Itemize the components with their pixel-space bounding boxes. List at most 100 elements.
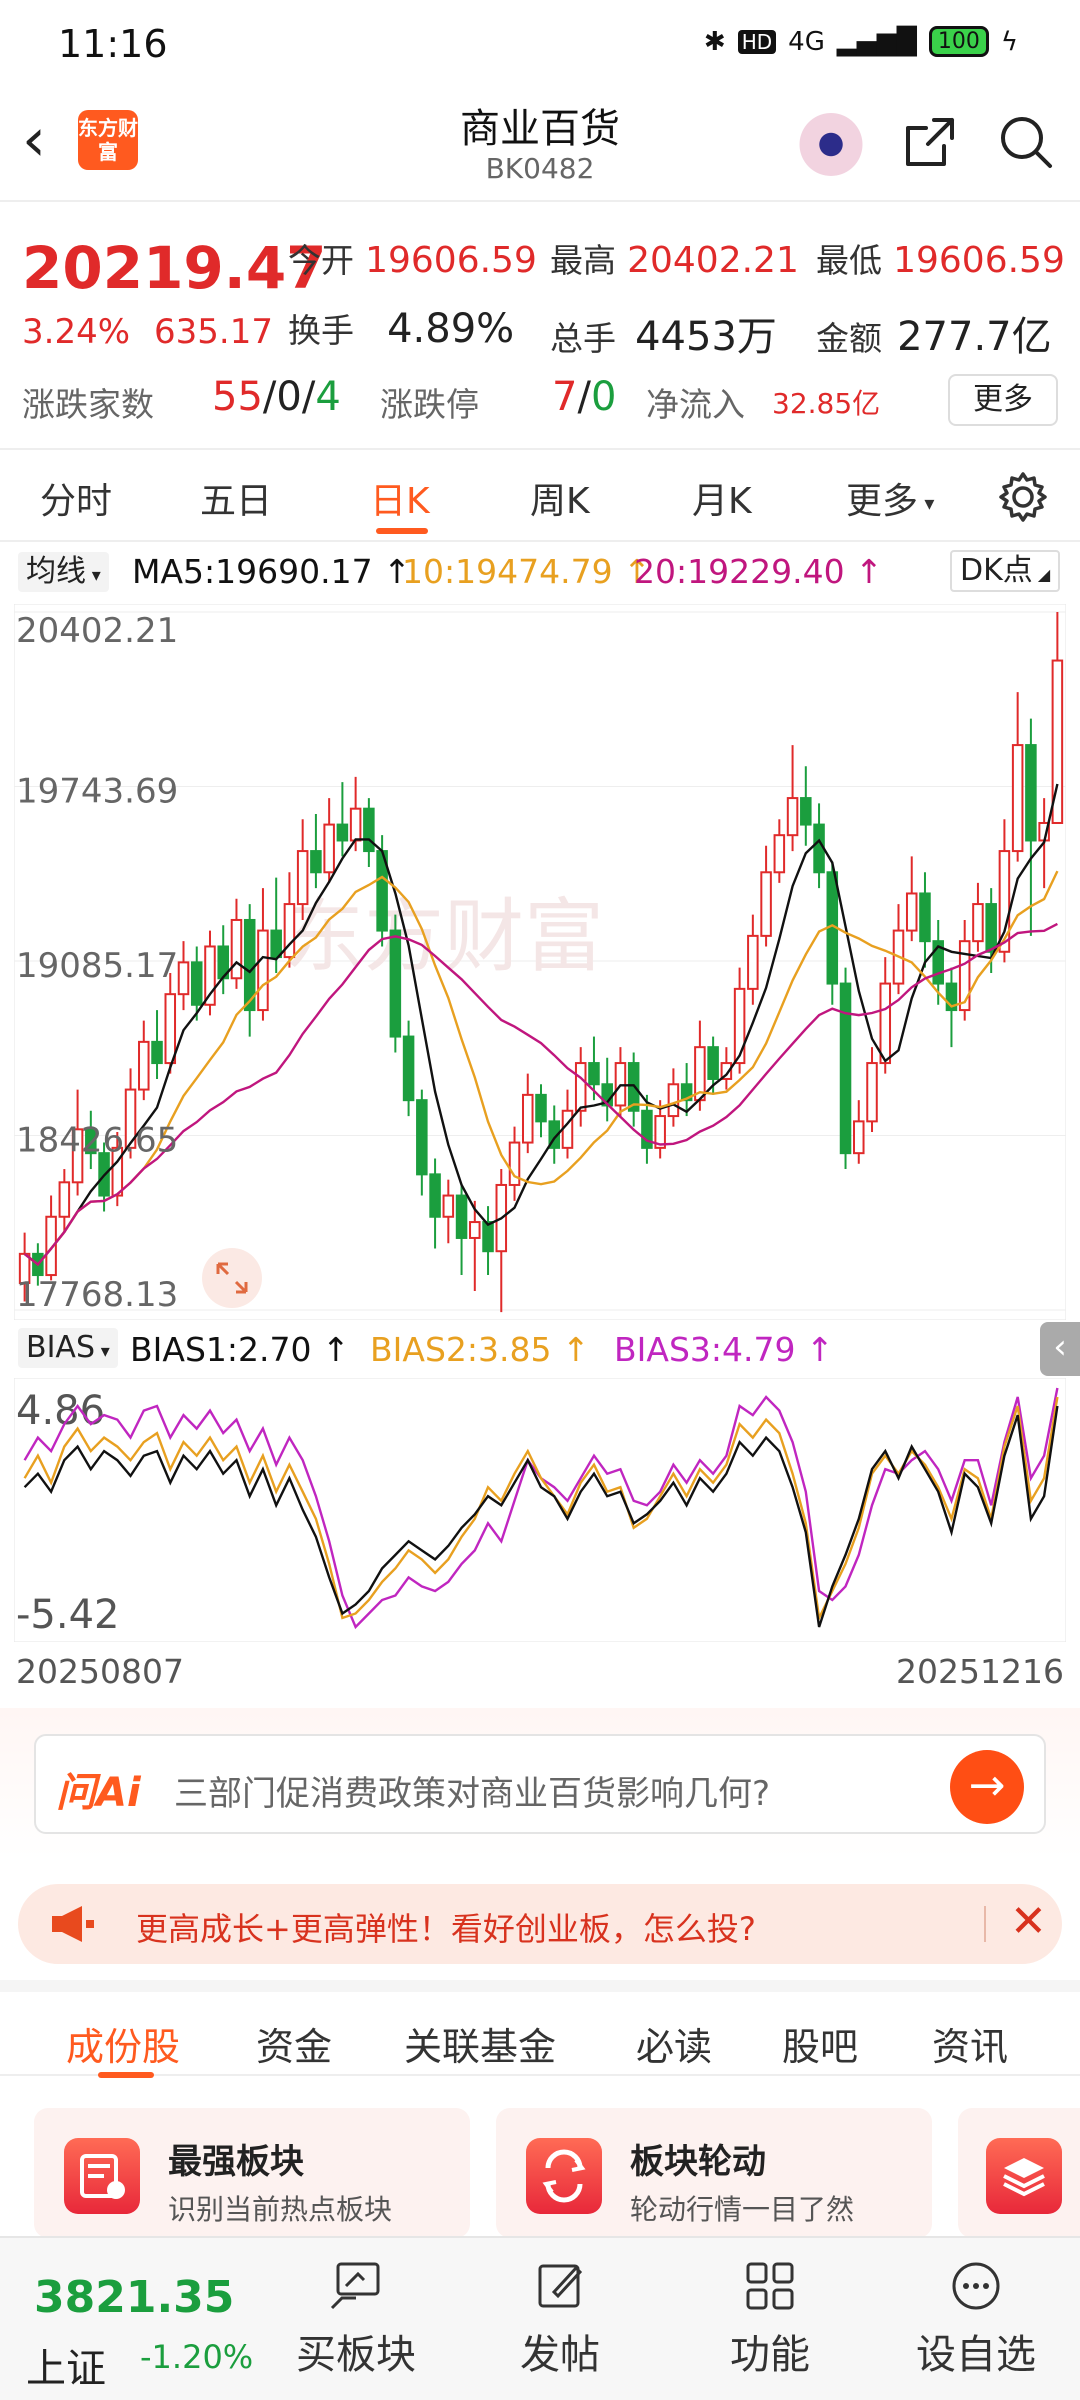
battery-icon: 100	[928, 26, 989, 57]
expand-chart-icon[interactable]	[202, 1248, 262, 1308]
stat-label: 最高	[550, 241, 616, 280]
add-watchlist-button[interactable]: 设自选	[896, 2258, 1056, 2380]
gear-icon[interactable]	[996, 470, 1050, 528]
candle-down	[402, 1035, 415, 1102]
index-change[interactable]: -1.20%	[140, 2338, 253, 2376]
caret-down-icon: ▾	[86, 565, 101, 586]
tab-must-read[interactable]: 必读	[636, 2016, 712, 2071]
bias-frame	[14, 1378, 1066, 1642]
candle-down	[813, 823, 825, 874]
index-name[interactable]: 上证	[26, 2336, 106, 2394]
tab-daily-k[interactable]: 日K	[370, 472, 430, 524]
x-axis-end-date: 20251216	[896, 1652, 1064, 1691]
limit-up: 7	[552, 374, 578, 420]
candle-down	[190, 961, 203, 1006]
candle-down	[985, 903, 997, 953]
buy-sector-button[interactable]: 买板块	[276, 2258, 436, 2380]
search-icon[interactable]	[996, 112, 1056, 176]
tab-weekly-k[interactable]: 周K	[530, 472, 590, 524]
updown-count: 55/0/4	[212, 374, 341, 420]
tab-intraday[interactable]: 分时	[40, 472, 112, 524]
quote-panel: 20219.47 3.24% 635.17 今开 19606.59 最高 204…	[0, 204, 1080, 450]
tab-more[interactable]: 更多 ▾	[846, 472, 934, 524]
stat-open: 今开 19606.59	[288, 234, 537, 282]
stat-volume: 总手 4453万	[550, 304, 777, 362]
card-sector-rotation[interactable]: 板块轮动 轮动行情一目了然	[496, 2108, 932, 2238]
card-strongest-sector[interactable]: 最强板块 识别当前热点板块	[34, 2108, 470, 2238]
stat-value: 4453万	[635, 314, 777, 360]
arrow-right-icon: →	[968, 1760, 1006, 1811]
candle-down	[535, 1093, 547, 1123]
limit-down: 0	[590, 374, 617, 420]
candle-up	[972, 903, 984, 943]
watermark-logo: 东方财富	[284, 890, 604, 983]
assistant-robot-icon[interactable]	[796, 106, 866, 176]
bias-chart[interactable]: 4.86 -5.42	[14, 1378, 1066, 1642]
current-price: 20219.47	[22, 234, 327, 302]
candle-up	[230, 918, 243, 980]
bias3-text: BIAS3:4.79	[614, 1330, 796, 1369]
tab-monthly-k[interactable]: 月K	[692, 472, 752, 524]
stat-label: 金额	[816, 319, 882, 358]
caret-down-icon: ▾	[918, 491, 935, 515]
ma5-value: MA5:19690.17 ↑	[132, 552, 411, 591]
candle-up	[853, 1120, 865, 1155]
candle-down	[151, 1040, 163, 1065]
promo-text: 更高成长+更高弹性！看好创业板，怎么投?	[136, 1910, 756, 1948]
tab-related-funds[interactable]: 关联基金	[404, 2016, 556, 2071]
ai-question-box[interactable]: 问Ai 三部门促消费政策对商业百货影响几何? →	[34, 1734, 1046, 1834]
inflow-value: 32.85亿	[772, 387, 881, 420]
status-icons: ✱ HD 4G ▂▄▆█ 100 ϟ	[704, 26, 1018, 57]
ma-selector[interactable]: 均线 ▾	[18, 552, 109, 592]
bias1-value: BIAS1:2.70 ↑	[130, 1330, 350, 1369]
ai-submit-button[interactable]: →	[950, 1750, 1024, 1824]
share-icon[interactable]	[900, 112, 960, 176]
promo-divider	[984, 1906, 986, 1942]
candle-up	[58, 1181, 71, 1218]
ma10-value: 10:19474.79 ↑	[402, 552, 651, 591]
header: ‹ 东方财富 商业百货 BK0482	[0, 90, 1080, 202]
stat-value: 19606.59	[893, 240, 1065, 281]
buy-sector-icon	[330, 2262, 380, 2310]
tab-forum[interactable]: 股吧	[782, 2016, 858, 2071]
dk-point-button[interactable]: DK点 ◢	[950, 550, 1061, 592]
charging-icon: ϟ	[1000, 26, 1018, 57]
dk-point-label: DK点	[960, 553, 1033, 588]
tab-news[interactable]: 资讯	[932, 2016, 1008, 2071]
bias-legend: BIAS ▾ BIAS1:2.70 ↑ BIAS2:3.85 ↑ BIAS3:4…	[14, 1322, 1080, 1376]
post-button[interactable]: 发帖	[480, 2258, 640, 2380]
bias3-value: BIAS3:4.79 ↑	[614, 1330, 834, 1369]
candle-down	[363, 807, 375, 853]
candle-down	[482, 1221, 494, 1253]
indicator-selector[interactable]: BIAS ▾	[18, 1328, 118, 1368]
tab-constituents[interactable]: 成份股	[66, 2016, 180, 2071]
more-dots-icon	[952, 2262, 1000, 2310]
active-section-indicator	[98, 2072, 154, 2078]
candle-down	[429, 1173, 441, 1218]
ai-question-text[interactable]: 三部门促消费政策对商业百货影响几何?	[174, 1766, 770, 1815]
close-icon[interactable]: ✕	[1010, 1896, 1047, 1947]
more-stats-button[interactable]: 更多	[948, 374, 1058, 426]
promo-banner[interactable]: 更高成长+更高弹性！看好创业板，怎么投? ✕	[18, 1884, 1062, 1964]
card-partial[interactable]	[958, 2108, 1080, 2238]
functions-button[interactable]: 功能	[690, 2258, 850, 2380]
ma-selector-label: 均线	[26, 554, 86, 589]
candle-down	[839, 982, 852, 1155]
collapse-panel-button[interactable]: ‹	[1040, 1322, 1080, 1376]
bias1-text: BIAS1:2.70	[130, 1330, 312, 1369]
kline-chart[interactable]: 东方财富 20402.21 19743.69 19085.17 18426.65 177…	[14, 604, 1066, 1320]
arrow-up-icon: ↑	[805, 1330, 834, 1369]
tab-five-day[interactable]: 五日	[200, 472, 272, 524]
candle-up	[786, 797, 799, 837]
candle-up	[257, 929, 269, 1012]
price-axis-label: 19743.69	[16, 772, 178, 812]
candle-up	[521, 1093, 534, 1144]
index-value[interactable]: 3821.35	[34, 2272, 234, 2323]
bias-bottom-label: -5.42	[16, 1592, 120, 1638]
stat-amount: 金额 277.7亿	[816, 304, 1052, 362]
tab-funds[interactable]: 资金	[256, 2016, 332, 2071]
candle-down	[919, 892, 931, 943]
stat-value: 4.89%	[387, 306, 515, 352]
card-subtitle: 识别当前热点板块	[168, 2193, 393, 2226]
candle-up	[469, 1221, 481, 1239]
